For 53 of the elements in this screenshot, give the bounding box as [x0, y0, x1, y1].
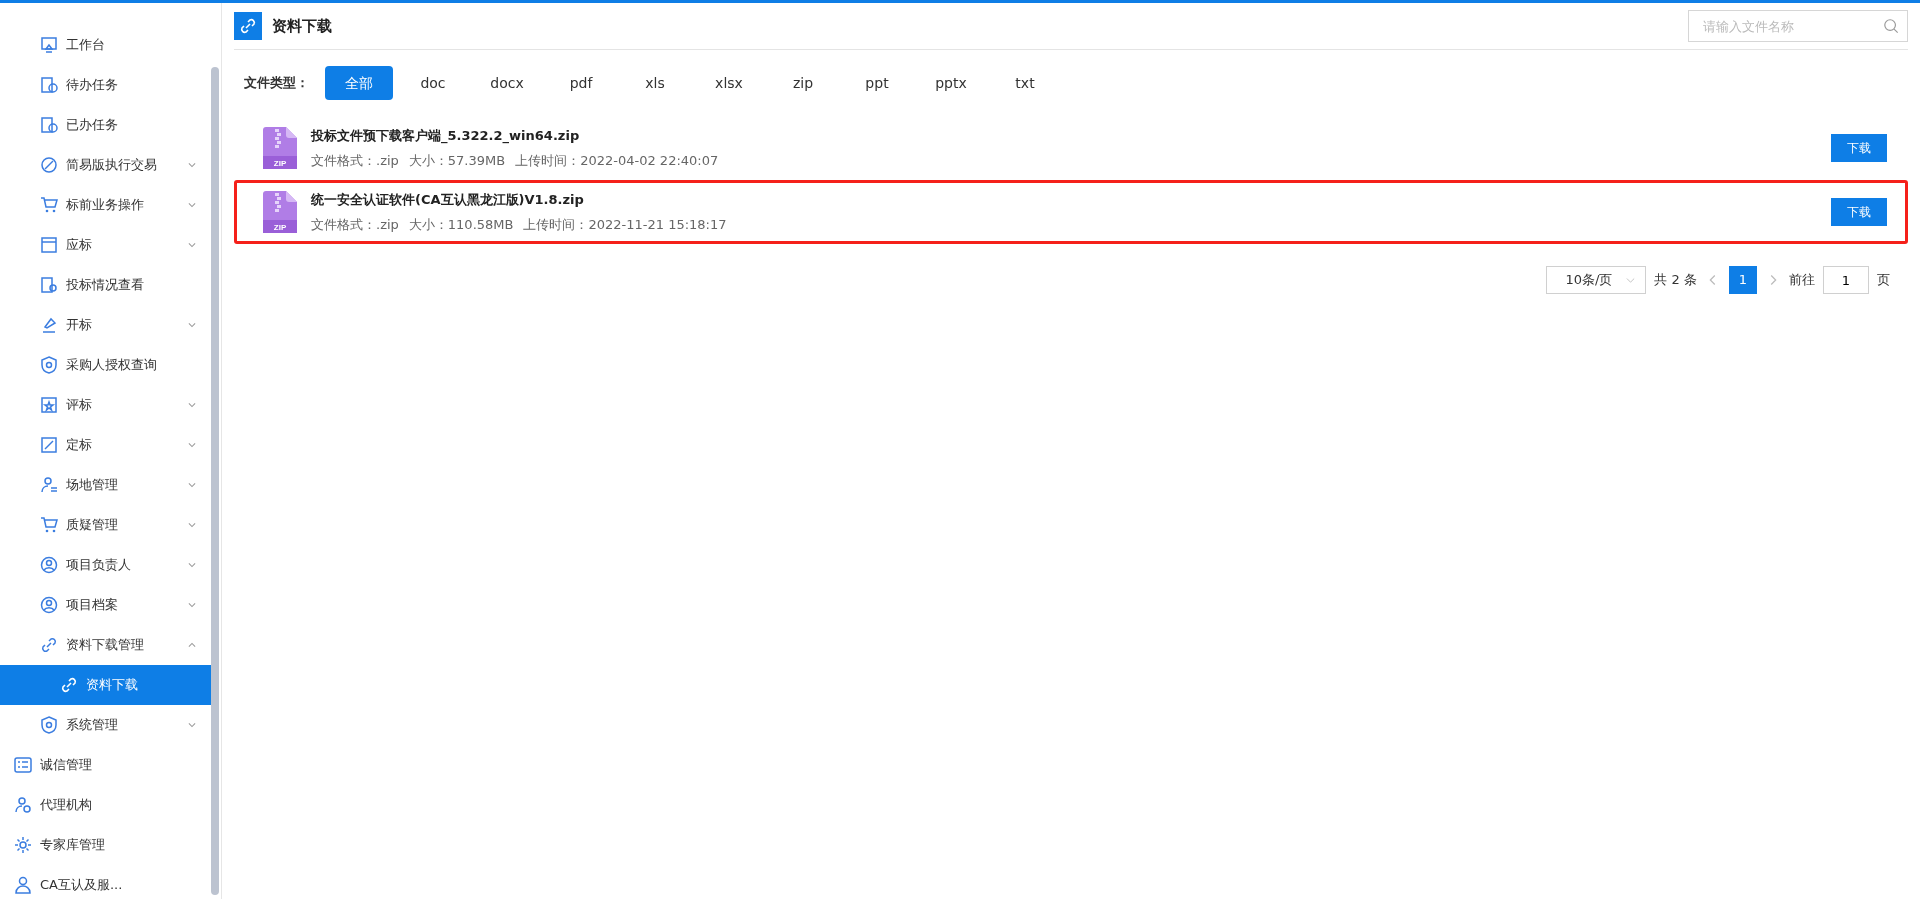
file-type-tab[interactable]: zip [769, 66, 837, 100]
download-button[interactable]: 下载 [1831, 134, 1887, 162]
sidebar-item[interactable]: 开标 [0, 305, 221, 345]
file-name: 投标文件预下载客户端_5.322.2_win64.zip [311, 127, 581, 146]
sidebar-item[interactable]: 简易版执行交易 [0, 145, 221, 185]
sidebar-item[interactable]: CA互认及服... [0, 865, 221, 899]
file-meta: 上传时间：2022-11-21 15:18:17 [523, 215, 727, 234]
file-meta: 大小：110.58MB [408, 215, 514, 234]
sidebar-item[interactable]: 已办任务 [0, 105, 221, 145]
filter-label: 文件类型： [244, 74, 309, 93]
sidebar-item[interactable]: 投标情况查看 [0, 265, 221, 305]
file-meta: 大小：57.39MB [408, 151, 506, 170]
sidebar-item[interactable]: 场地管理 [0, 465, 221, 505]
sidebar-item[interactable]: 代理机构 [0, 785, 221, 825]
sidebar-item[interactable]: 标前业务操作 [0, 185, 221, 225]
page-button[interactable]: 1 [1729, 266, 1757, 294]
sidebar-item[interactable]: 资料下载管理 [0, 625, 221, 665]
file-type-tab[interactable]: pptx [917, 66, 985, 100]
file-type-tab[interactable]: ppt [843, 66, 911, 100]
file-type-tab[interactable]: doc [399, 66, 467, 100]
file-type-tab[interactable]: 全部 [325, 66, 393, 100]
sidebar-item[interactable]: 系统管理 [0, 705, 221, 745]
sidebar-item[interactable]: 评标 [0, 385, 221, 425]
total-count: 共 2 条 [1654, 271, 1697, 290]
zip-file-icon: ZIP [263, 191, 297, 233]
sidebar-item[interactable]: 资料下载 [0, 665, 211, 705]
page-input[interactable]: 1 [1823, 266, 1869, 294]
sidebar-item[interactable]: 项目负责人 [0, 545, 221, 585]
goto-label: 前往 [1789, 271, 1815, 290]
sidebar-item[interactable]: 项目档案 [0, 585, 221, 625]
sidebar-item[interactable]: 应标 [0, 225, 221, 265]
file-type-tab[interactable]: pdf [547, 66, 615, 100]
sidebar-item[interactable]: 待办任务 [0, 65, 221, 105]
file-type-tab[interactable]: xlsx [695, 66, 763, 100]
file-meta: 文件格式：.zip [311, 215, 399, 234]
download-button[interactable]: 下载 [1831, 198, 1887, 226]
file-type-tab[interactable]: xls [621, 66, 689, 100]
zip-file-icon: ZIP [263, 127, 297, 169]
page-suffix: 页 [1877, 271, 1890, 290]
file-meta: 上传时间：2022-04-02 22:40:07 [515, 151, 719, 170]
file-type-tab[interactable]: txt [991, 66, 1059, 100]
file-type-tab[interactable]: docx [473, 66, 541, 100]
page-size-select[interactable]: 10条/页 [1546, 266, 1647, 294]
search-field[interactable]: 请输入文件名称 [1688, 10, 1908, 42]
sidebar-item[interactable]: 质疑管理 [0, 505, 221, 545]
sidebar-item[interactable]: 诚信管理 [0, 745, 221, 785]
sidebar-item[interactable]: 工作台 [0, 25, 221, 65]
file-name: 统一安全认证软件(CA互认黑龙江版)V1.8.zip [311, 191, 585, 209]
page-title: 资料下载 [272, 15, 332, 37]
file-meta: 文件格式：.zip [311, 151, 399, 170]
sidebar-item[interactable]: 专家库管理 [0, 825, 221, 865]
sidebar-item[interactable]: 定标 [0, 425, 221, 465]
sidebar-item[interactable]: 采购人授权查询 [0, 345, 221, 385]
